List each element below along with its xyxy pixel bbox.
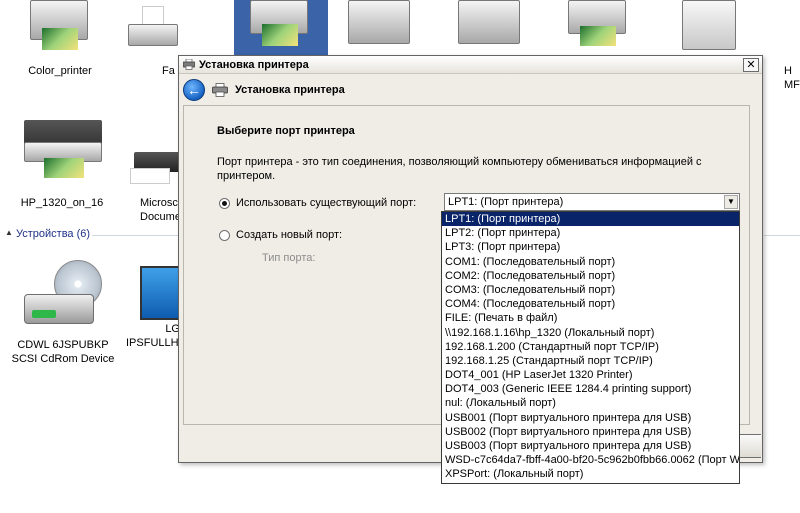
dropdown-option[interactable]: XPSPort: (Локальный порт): [442, 467, 739, 481]
printer-icon: [20, 120, 104, 182]
device-label: LG IPSFULLHD: [126, 323, 187, 349]
dropdown-option[interactable]: WSD-c7c64da7-fbff-4a00-bf20-5c962b0fbb66…: [442, 453, 739, 467]
mfp-device[interactable]: [680, 0, 740, 55]
close-button[interactable]: ✕: [743, 58, 759, 72]
dropdown-option[interactable]: COM3: (Последовательный порт): [442, 283, 739, 297]
dropdown-option[interactable]: USB001 (Порт виртуального принтера для U…: [442, 411, 739, 425]
port-type-label: Тип порта:: [262, 252, 316, 264]
printer-icon: [566, 0, 628, 50]
port-dropdown-list[interactable]: LPT1: (Порт принтера) LPT2: (Порт принтер…: [441, 211, 740, 484]
dropdown-option[interactable]: 192.168.1.200 (Стандартный порт TCP/IP): [442, 340, 739, 354]
cdrom-device[interactable]: CDWL 6JSPUBKP SCSI CdRom Device: [10, 258, 116, 368]
fax-icon: [128, 6, 178, 50]
printer-icon: [183, 59, 195, 70]
xps-writer-device[interactable]: Microsc Documen: [126, 144, 188, 224]
back-arrow-icon: ←: [187, 82, 201, 98]
dropdown-option[interactable]: COM4: (Последовательный порт): [442, 297, 739, 311]
section-title: Устройства (6): [16, 228, 91, 240]
dropdown-option[interactable]: \\192.168.1.16\hp_1320 (Локальный порт): [442, 326, 739, 340]
wizard-title: Установка принтера: [235, 84, 345, 96]
mfp-icon: [682, 0, 736, 50]
dialog-titlebar[interactable]: Установка принтера ✕: [179, 56, 762, 74]
device-label: Microsc Documen: [140, 197, 188, 223]
back-button[interactable]: ←: [183, 79, 205, 101]
collapse-arrow-icon: ▲: [5, 228, 13, 237]
monitor-device[interactable]: LG IPSFULLHD: [126, 266, 187, 366]
existing-port-value: LPT1: (Порт принтера): [448, 196, 564, 208]
dropdown-option[interactable]: 192.168.1.25 (Стандартный порт TCP/IP): [442, 354, 739, 368]
hp1320-printer-device[interactable]: HP_1320_on_16: [14, 120, 110, 212]
dropdown-option[interactable]: LPT2: (Порт принтера): [442, 226, 739, 240]
dropdown-option[interactable]: COM2: (Последовательный порт): [442, 269, 739, 283]
printer-icon: [348, 0, 410, 44]
dropdown-option[interactable]: FILE: (Печать в файл): [442, 311, 739, 325]
device-label: CDWL 6JSPUBKP SCSI CdRom Device: [11, 339, 115, 365]
use-existing-port-radio[interactable]: [219, 198, 230, 209]
color-printer-device[interactable]: Color_printer: [14, 0, 106, 80]
create-new-port-radio[interactable]: [219, 230, 230, 241]
page-heading: Выберите порт принтера: [217, 125, 355, 137]
dropdown-option[interactable]: LPT1: (Порт принтера): [442, 212, 739, 227]
dropdown-option[interactable]: COM1: (Последовательный порт): [442, 255, 739, 269]
printer-icon: [28, 0, 90, 52]
close-icon: ✕: [746, 59, 756, 71]
device-label: HP_1320_on_16: [20, 197, 104, 209]
dropdown-option[interactable]: nul: (Локальный порт): [442, 396, 739, 410]
cdrom-icon: [22, 258, 106, 330]
monitor-icon: [140, 266, 180, 320]
fax-device[interactable]: Fa: [124, 0, 180, 80]
device-label: H MF: [784, 65, 800, 91]
dropdown-option[interactable]: LPT3: (Порт принтера): [442, 240, 739, 254]
page-description: Порт принтера - это тип соединения, позв…: [217, 156, 702, 182]
device-label: Color_printer: [28, 65, 92, 77]
printer-icon: [248, 0, 310, 50]
create-new-port-label[interactable]: Создать новый порт:: [236, 229, 342, 241]
use-existing-port-label[interactable]: Использовать существующий порт:: [236, 197, 416, 209]
printer-device[interactable]: [346, 0, 416, 55]
printer-device[interactable]: [456, 0, 526, 55]
printer-icon: [212, 83, 228, 97]
dropdown-option[interactable]: DOT4_001 (HP LaserJet 1320 Printer): [442, 368, 739, 382]
dropdown-option[interactable]: DOT4_003 (Generic IEEE 1284.4 printing s…: [442, 382, 739, 396]
dropdown-option[interactable]: USB003 (Порт виртуального принтера для U…: [442, 439, 739, 453]
dropdown-option[interactable]: USB002 (Порт виртуального принтера для U…: [442, 425, 739, 439]
printer-icon: [458, 0, 520, 44]
wizard-header: ← Установка принтера: [179, 75, 762, 105]
dialog-title: Установка принтера: [199, 59, 309, 71]
existing-port-select[interactable]: LPT1: (Порт принтера) ▼: [444, 193, 740, 211]
selected-printer-device[interactable]: [234, 0, 328, 55]
dropdown-arrow-icon[interactable]: ▼: [724, 195, 738, 209]
printer-icon: [128, 144, 180, 188]
printer-device[interactable]: [566, 0, 636, 55]
